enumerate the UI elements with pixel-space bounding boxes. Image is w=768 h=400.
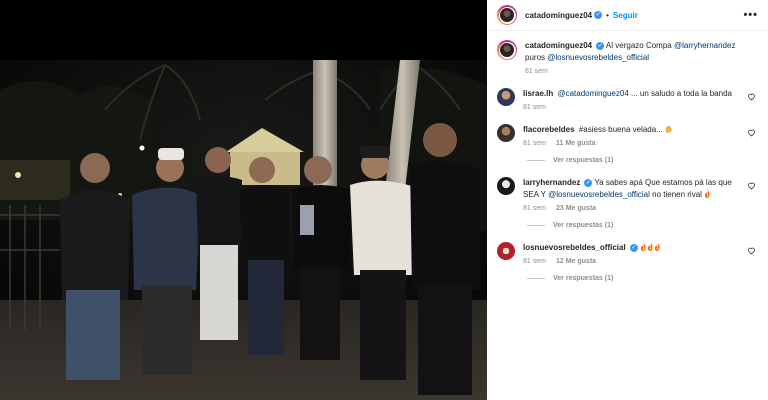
commenter-avatar[interactable]: [497, 177, 515, 195]
comment-time[interactable]: 81 sem: [523, 258, 546, 265]
comment-username[interactable]: lisrae.lh: [523, 89, 553, 98]
comment-username[interactable]: losnuevosrebeldes_official: [523, 243, 626, 252]
caption-username[interactable]: catadominguez04: [525, 41, 592, 50]
view-replies-label: Ver respuestas (1): [553, 222, 614, 229]
mention-link[interactable]: @losnuevosrebeldes_official: [548, 190, 650, 199]
replies-line: [527, 160, 545, 161]
comment-item: losnuevosrebeldes_official ✓ 81 sem 12 Me…: [497, 242, 758, 265]
comment-time[interactable]: 81 sem: [523, 140, 546, 147]
verified-icon: ✓: [594, 11, 603, 19]
view-replies-button[interactable]: Ver respuestas (1): [527, 222, 758, 229]
comment-likes[interactable]: 12 Me gusta: [556, 258, 596, 265]
author-avatar[interactable]: [497, 40, 517, 60]
caption-text: puros: [525, 53, 546, 62]
comment-likes[interactable]: 23 Me gusta: [556, 205, 596, 212]
more-options-icon[interactable]: •••: [743, 9, 758, 21]
comment-time[interactable]: 81 sem: [523, 104, 546, 111]
separator-dot: •: [606, 10, 609, 20]
view-replies-button[interactable]: Ver respuestas (1): [527, 157, 758, 164]
view-replies-label: Ver respuestas (1): [553, 275, 614, 282]
caption-time[interactable]: 81 sem: [525, 68, 548, 75]
comment-likes[interactable]: 11 Me gusta: [556, 140, 596, 147]
comment-item: larryhernandez ✓ Ya sabes apá Que estamos…: [497, 177, 758, 212]
mention-link[interactable]: @losnuevosrebeldes_official: [547, 53, 649, 62]
comments-list: catadominguez04 ✓ Al vergazo Compa @larry…: [487, 31, 768, 282]
like-heart-icon[interactable]: [747, 181, 756, 190]
comment-text: no tienen rival: [652, 190, 702, 199]
author-username[interactable]: catadominguez04: [525, 11, 592, 20]
post-photo[interactable]: [0, 0, 487, 400]
commenter-avatar[interactable]: [497, 242, 515, 260]
fire-icon: [647, 243, 653, 251]
comment-text: #asiess buena velada...: [578, 125, 663, 134]
comment-item: flacorebeldes #asiess buena velada... 81…: [497, 124, 758, 147]
mention-link[interactable]: @catadominguez04: [557, 89, 628, 98]
post-header: catadominguez04 ✓ • Seguir •••: [487, 0, 768, 31]
view-replies-label: Ver respuestas (1): [553, 157, 614, 164]
commenter-avatar[interactable]: [497, 88, 515, 106]
like-heart-icon[interactable]: [747, 246, 756, 255]
commenter-avatar[interactable]: [497, 124, 515, 142]
verified-icon: ✓: [584, 178, 593, 187]
replies-line: [527, 278, 545, 279]
follow-button[interactable]: Seguir: [613, 11, 638, 20]
clapping-hands-icon: [665, 125, 672, 133]
mention-link[interactable]: @larryhernandez: [674, 41, 735, 50]
verified-icon: ✓: [596, 41, 605, 50]
caption: catadominguez04 ✓ Al vergazo Compa @larry…: [497, 40, 758, 75]
comment-username[interactable]: larryhernandez: [523, 178, 580, 187]
verified-icon: ✓: [629, 243, 638, 252]
like-heart-icon[interactable]: [747, 128, 756, 137]
comment-time[interactable]: 81 sem: [523, 205, 546, 212]
post-side-panel: catadominguez04 ✓ • Seguir ••• catadomin…: [487, 0, 768, 400]
fire-icon: [705, 190, 710, 198]
comment-text: ... un saludo a toda la banda: [631, 89, 732, 98]
view-replies-button[interactable]: Ver respuestas (1): [527, 275, 758, 282]
group-photo-image: [0, 0, 487, 400]
caption-text: Al vergazo Compa: [605, 41, 672, 50]
comment-item: lisrae.lh @catadominguez04 ... un saludo…: [497, 88, 758, 111]
replies-line: [527, 225, 545, 226]
like-heart-icon[interactable]: [747, 92, 756, 101]
comment-username[interactable]: flacorebeldes: [523, 125, 575, 134]
author-avatar[interactable]: [497, 5, 517, 25]
fire-icon: [654, 243, 660, 251]
fire-icon: [640, 243, 646, 251]
